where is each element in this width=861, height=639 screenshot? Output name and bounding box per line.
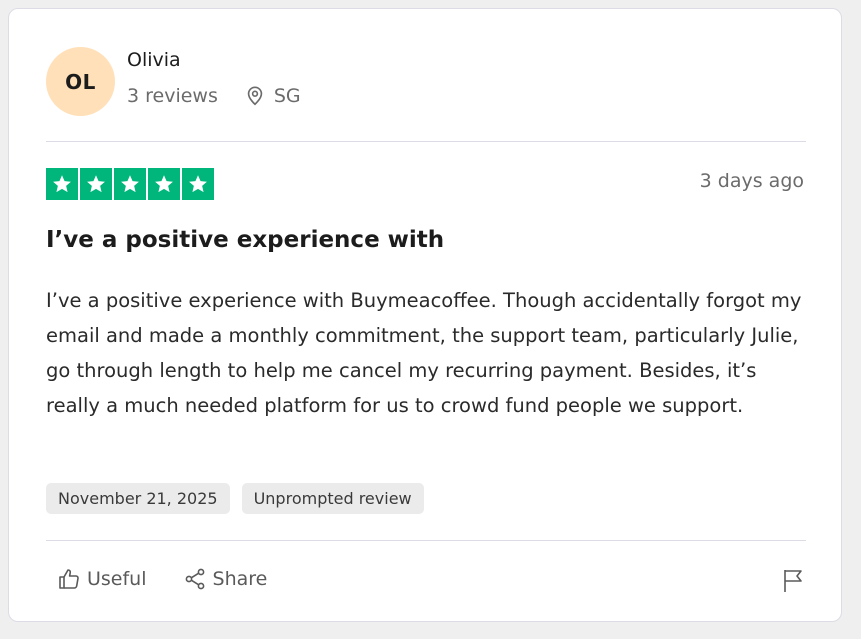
review-time-ago: 3 days ago xyxy=(699,170,804,192)
reviewer-meta: 3 reviews SG xyxy=(127,85,301,107)
avatar[interactable]: OL xyxy=(46,47,115,116)
location-pin-icon xyxy=(247,86,263,106)
location-label: SG xyxy=(273,85,301,107)
date-tag: November 21, 2025 xyxy=(46,483,230,514)
share-icon xyxy=(185,568,204,590)
flag-icon xyxy=(784,570,802,592)
report-button[interactable] xyxy=(781,567,805,597)
reviewer-name[interactable]: Olivia xyxy=(127,49,181,71)
review-card: OL Olivia 3 reviews SG 3 days ago I’ve a… xyxy=(8,8,842,622)
review-tags: November 21, 2025 Unprompted review xyxy=(46,483,424,514)
star-icon xyxy=(46,168,78,200)
divider xyxy=(46,141,806,142)
useful-label: Useful xyxy=(87,568,147,590)
unprompted-review-tag[interactable]: Unprompted review xyxy=(241,483,424,514)
star-icon xyxy=(148,168,180,200)
thumbs-up-icon xyxy=(59,569,79,589)
divider xyxy=(46,540,806,541)
star-icon xyxy=(80,168,112,200)
share-label: Share xyxy=(212,568,268,590)
share-button[interactable]: Share xyxy=(183,567,268,591)
star-rating xyxy=(46,168,214,200)
avatar-initials: OL xyxy=(65,69,96,94)
review-title[interactable]: I’ve a positive experience with xyxy=(46,227,444,253)
star-icon xyxy=(114,168,146,200)
reviews-count: 3 reviews xyxy=(127,85,218,107)
useful-button[interactable]: Useful xyxy=(57,567,147,591)
location: SG xyxy=(244,85,301,107)
star-icon xyxy=(182,168,214,200)
review-actions: Useful Share xyxy=(57,567,267,591)
review-body: I’ve a positive experience with Buymeaco… xyxy=(46,289,802,417)
